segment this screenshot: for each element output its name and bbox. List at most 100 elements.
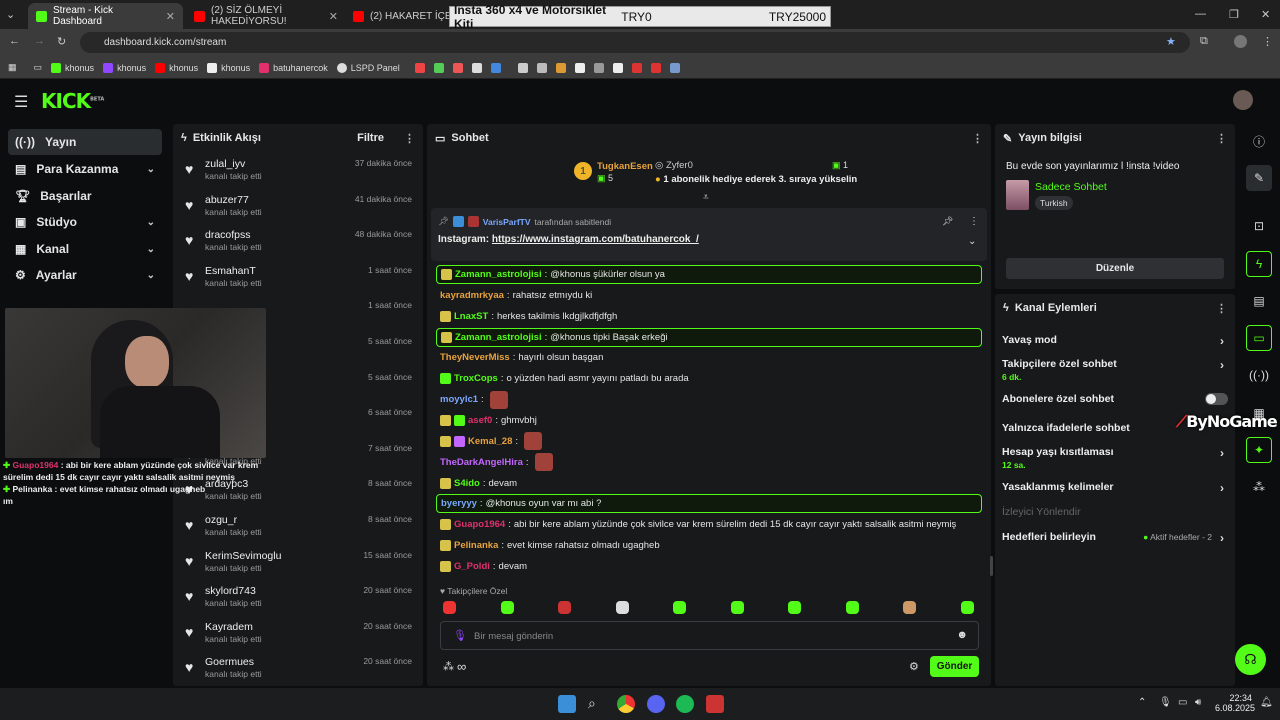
chat-username[interactable]: LnaxST	[454, 311, 488, 322]
support-chat-button[interactable]: ☊	[1235, 644, 1266, 675]
channel-action[interactable]: Yasaklanmış kelimeler ›	[1002, 481, 1224, 495]
close-window-icon[interactable]: ✕	[1261, 8, 1270, 21]
activity-event[interactable]: ♥ abuzer77 kanalı takip etti 41 dakika önce	[185, 194, 415, 230]
microphone-tray-icon[interactable]: 🎙︎	[1159, 697, 1172, 708]
chat-message[interactable]: asef0: ghmvbhj	[436, 411, 982, 430]
profile-avatar[interactable]	[1234, 35, 1247, 48]
chat-message[interactable]: kayradmrkyaa: rahatsız etmıydu ki	[436, 286, 982, 305]
quick-emote-icon[interactable]	[845, 601, 859, 614]
channel-action[interactable]: Abonelere özel sohbet	[1002, 393, 1224, 405]
quick-emote-icon[interactable]	[788, 601, 801, 614]
quick-emote-icon[interactable]	[615, 601, 629, 614]
chat-message[interactable]: G_Poldi: devam	[436, 557, 982, 576]
more-options-icon[interactable]: ⋮	[1216, 302, 1227, 315]
chat-username[interactable]: Zamann_astrolojisi	[455, 332, 542, 343]
notifications-icon[interactable]: 🔔︎	[1260, 697, 1273, 708]
chat-message[interactable]: Kemal_28:	[436, 432, 982, 451]
spotify-icon[interactable]	[676, 695, 694, 713]
more-options-icon[interactable]: ⋮	[1216, 132, 1227, 145]
bookmark-icon[interactable]	[631, 62, 642, 73]
back-icon[interactable]: ←	[9, 35, 20, 47]
channel-action[interactable]: Takipçilere özel sohbet 6 dk. ›	[1002, 358, 1224, 382]
quick-emote-icon[interactable]	[903, 601, 916, 614]
apps-icon[interactable]: ▦	[8, 62, 17, 73]
tray-chevron-icon[interactable]: ⌃	[1138, 697, 1146, 708]
chat-message[interactable]: Guapo1964: abi bir kere ablam yüzünde ço…	[436, 515, 982, 534]
more-options-icon[interactable]: ⋮	[972, 132, 983, 145]
event-user[interactable]: skylord743	[205, 585, 256, 597]
edit-button[interactable]: Düzenle	[1006, 258, 1224, 279]
bookmark-icon[interactable]	[517, 62, 528, 73]
chat-username[interactable]: TheyNeverMiss	[440, 352, 510, 363]
kicks-icon[interactable]: ⁂	[443, 660, 454, 673]
nav-para-kazanma[interactable]: ▤ Para Kazanma ⌄	[8, 156, 162, 182]
chat-icon[interactable]: ▭	[1246, 325, 1272, 351]
activity-event[interactable]: ♥ EsmahanT kanalı takip etti 1 saat önce	[185, 265, 415, 301]
nav-ayarlar[interactable]: ⚙ Ayarlar ⌄	[8, 262, 162, 288]
edit-icon[interactable]: ✎	[1246, 165, 1272, 191]
extensions-icon[interactable]: ⧉	[1200, 35, 1208, 48]
bookmark-icon[interactable]	[574, 62, 585, 73]
tab-youtube-1[interactable]: (2) SİZ ÖLMEYİ HAKEDİYORSU! ✕	[186, 3, 346, 29]
chat-username[interactable]: Guapo1964	[454, 519, 505, 530]
chat-message[interactable]: byeryyy: @khonus oyun var mı abi ?	[436, 494, 982, 514]
screenshot-icon[interactable]: ⊡	[1246, 213, 1272, 239]
url-input[interactable]: dashboard.kick.com/stream	[80, 32, 1190, 53]
bookmark-icon[interactable]	[555, 62, 566, 73]
maximize-icon[interactable]: ❐	[1229, 8, 1239, 21]
microphone-icon[interactable]: 🎙︎	[453, 629, 467, 642]
tab-youtube-2[interactable]: (2) HAKARET İÇERİR! Tü	[345, 3, 450, 29]
chat-username[interactable]: S4ido	[454, 478, 480, 489]
bookmark-icon[interactable]	[669, 62, 680, 73]
infinity-icon[interactable]: ∞	[457, 659, 466, 674]
nav-kanal[interactable]: ▦ Kanal ⌄	[8, 236, 162, 262]
chrome-icon[interactable]	[617, 695, 635, 713]
emoji-icon[interactable]: ☻	[956, 629, 968, 641]
event-user[interactable]: zulal_iyv	[205, 158, 245, 170]
windows-start-icon[interactable]	[558, 695, 576, 713]
browser-menu-icon[interactable]: ⋮	[1262, 35, 1273, 48]
network-icon[interactable]: ▭	[1178, 697, 1187, 708]
event-user[interactable]: Goermues	[205, 656, 254, 668]
bookmark-batuhanercok[interactable]: batuhanercok	[259, 62, 328, 73]
chat-username[interactable]: moyylc1	[440, 394, 478, 405]
chat-username[interactable]: G_Poldi	[454, 561, 490, 572]
unpin-icon[interactable]: 📌︎	[942, 216, 953, 227]
search-icon[interactable]: ⌕	[588, 695, 606, 713]
chat-message[interactable]: TroxCops: o yüzden hadi asmr yayını patl…	[436, 369, 982, 388]
bookmark-khonus-kick[interactable]: khonus	[51, 62, 94, 73]
subscribers-only-toggle[interactable]	[1205, 393, 1228, 405]
chat-message[interactable]: Zamann_astrolojisi: @khonus şükürler ols…	[436, 265, 982, 284]
hamburger-menu-icon[interactable]: ☰	[14, 92, 28, 112]
quick-emote-icon[interactable]	[558, 601, 571, 614]
chat-username[interactable]: Pelinanka	[454, 540, 498, 551]
activity-event[interactable]: ♥ skylord743 kanalı takip etti 20 saat önce	[185, 585, 415, 621]
activity-event[interactable]: ♥ Goermues kanalı takip etti 20 saat önce	[185, 656, 415, 692]
chat-message[interactable]: S4ido: devam	[436, 474, 982, 493]
quick-emote-icon[interactable]	[673, 601, 686, 614]
nav-studyo[interactable]: ▣ Stüdyo ⌄	[8, 209, 162, 235]
bookmark-icon[interactable]	[452, 62, 463, 73]
close-tab-icon[interactable]: ✕	[166, 10, 175, 23]
nav-basarilar[interactable]: 🏆︎ Başarılar	[8, 183, 162, 209]
channel-action[interactable]: Hedefleri belirleyin ● Aktif hedefler - 2…	[1002, 531, 1224, 545]
activity-event[interactable]: ♥ dracofpss kanalı takip etti 48 dakika önc…	[185, 229, 415, 265]
quick-emote-icon[interactable]	[960, 601, 974, 614]
broadcast-icon[interactable]: ((·))	[1246, 362, 1272, 388]
quick-emote-icon[interactable]	[730, 601, 744, 614]
event-user[interactable]: ozgu_r	[205, 514, 237, 526]
bookmark-khonus-x[interactable]: khonus	[207, 62, 250, 73]
info-icon[interactable]: ⓘ	[1246, 128, 1272, 154]
chat-username[interactable]: TroxCops	[454, 373, 498, 384]
bookmark-khonus-twitch[interactable]: khonus	[103, 62, 146, 73]
chat-username[interactable]: byeryyy	[441, 498, 477, 509]
app-icon[interactable]	[706, 695, 724, 713]
bookmark-icon[interactable]	[536, 62, 547, 73]
reload-icon[interactable]: ↻	[57, 35, 66, 48]
tab-search-icon[interactable]: ⌄	[6, 8, 15, 21]
language-tag[interactable]: Turkish	[1035, 196, 1073, 210]
chat-message[interactable]: Zamann_astrolojisi: @khonus tipki Başak …	[436, 327, 982, 347]
chat-message[interactable]: LnaxST: herkes takilmis lkdgjlkdfjdfgh	[436, 307, 982, 326]
leaderboard-first-user[interactable]: TugkanEsen	[597, 161, 653, 172]
event-user[interactable]: KerimSevimoglu	[205, 550, 281, 562]
